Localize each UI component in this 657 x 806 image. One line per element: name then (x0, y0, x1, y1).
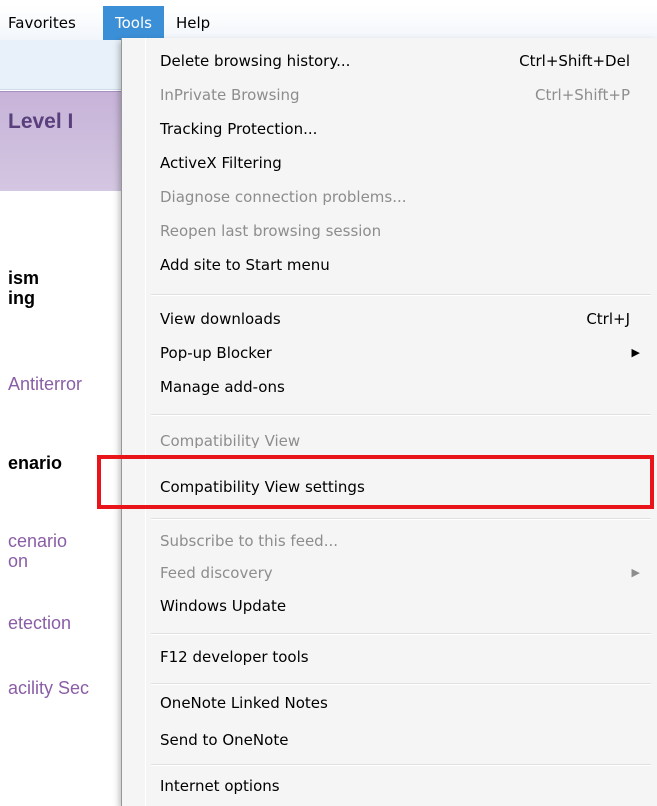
menu-item-send-to-onenote[interactable]: Send to OneNote (160, 723, 630, 757)
page-heading-line1: ism (8, 268, 40, 288)
menu-item-label: Delete browsing history... (160, 52, 351, 70)
menu-gutter (145, 38, 146, 806)
menu-item-inprivate-browsing: InPrivate Browsing Ctrl+Shift+P (160, 78, 630, 112)
menu-item-label: Add site to Start menu (160, 256, 330, 274)
page-link-facility[interactable]: acility Sec (8, 678, 89, 698)
menu-item-compatibility-view: Compatibility View (160, 424, 630, 448)
menu-item-shortcut: Ctrl+Shift+P (535, 86, 630, 104)
page-heading-line2: ing (8, 288, 35, 308)
menu-item-label: ActiveX Filtering (160, 154, 282, 172)
menu-item-windows-update[interactable]: Windows Update (160, 589, 630, 623)
menu-item-label: Reopen last browsing session (160, 222, 382, 240)
menu-item-view-downloads[interactable]: View downloads Ctrl+J (160, 302, 630, 336)
menu-item-label: Subscribe to this feed... (160, 532, 338, 550)
menu-item-label: OneNote Linked Notes (160, 694, 328, 712)
menu-item-label: View downloads (160, 310, 281, 328)
menu-item-tracking-protection[interactable]: Tracking Protection... (160, 112, 630, 146)
page-link-scenario-2[interactable]: on (8, 551, 28, 571)
menu-item-add-site-to-start[interactable]: Add site to Start menu (160, 248, 630, 282)
menu-item-popup-blocker[interactable]: Pop-up Blocker ▶ (160, 336, 640, 370)
menu-item-diagnose-connection: Diagnose connection problems... (160, 180, 630, 214)
menu-item-label: Internet options (160, 777, 280, 795)
page-link-scenario-1[interactable]: cenario (8, 531, 67, 551)
submenu-arrow-icon: ▶ (631, 346, 640, 359)
menu-item-delete-browsing-history[interactable]: Delete browsing history... Ctrl+Shift+De… (160, 44, 630, 78)
menu-item-label: Compatibility View (160, 432, 301, 448)
menu-item-internet-options[interactable]: Internet options (160, 769, 630, 803)
menubar-favorites[interactable]: Favorites (8, 6, 76, 40)
menu-item-reopen-last-session: Reopen last browsing session (160, 214, 630, 248)
menu-item-shortcut: Ctrl+J (586, 310, 630, 328)
menu-separator (151, 683, 651, 685)
menu-item-label: Diagnose connection problems... (160, 188, 407, 206)
menu-item-label: Feed discovery (160, 564, 273, 582)
menu-separator (151, 414, 651, 416)
page-level-title: Level I (8, 110, 74, 133)
menu-separator (151, 764, 651, 766)
menubar-help[interactable]: Help (176, 6, 210, 40)
menu-item-manage-addons[interactable]: Manage add-ons (160, 370, 630, 404)
menu-item-label: InPrivate Browsing (160, 86, 300, 104)
menu-separator (151, 633, 651, 635)
menu-separator (151, 518, 651, 520)
menu-item-label: Tracking Protection... (160, 120, 318, 138)
menu-item-f12-developer-tools[interactable]: F12 developer tools (160, 640, 630, 674)
menubar-tools[interactable]: Tools (103, 6, 164, 40)
menu-item-onenote-linked-notes[interactable]: OneNote Linked Notes (160, 686, 630, 720)
menu-item-subscribe-feed: Subscribe to this feed... (160, 524, 630, 558)
menu-item-shortcut: Ctrl+Shift+Del (519, 52, 630, 70)
menu-item-label: F12 developer tools (160, 648, 309, 666)
menu-item-label: Manage add-ons (160, 378, 285, 396)
tools-menu: Delete browsing history... Ctrl+Shift+De… (121, 38, 657, 806)
menu-item-activex-filtering[interactable]: ActiveX Filtering (160, 146, 630, 180)
highlight-box (97, 455, 654, 509)
page-link-detection[interactable]: etection (8, 613, 71, 633)
submenu-arrow-icon: ▶ (631, 566, 640, 579)
menu-separator (151, 294, 651, 296)
menu-item-feed-discovery: Feed discovery ▶ (160, 556, 640, 590)
menu-item-label: Send to OneNote (160, 731, 289, 749)
page-heading-scenario: enario (8, 453, 63, 473)
menu-item-label: Pop-up Blocker (160, 344, 272, 362)
page-link-antiterror[interactable]: Antiterror (8, 374, 82, 394)
menu-bar: Favorites Tools Help (0, 6, 657, 40)
menu-item-label: Windows Update (160, 597, 287, 615)
